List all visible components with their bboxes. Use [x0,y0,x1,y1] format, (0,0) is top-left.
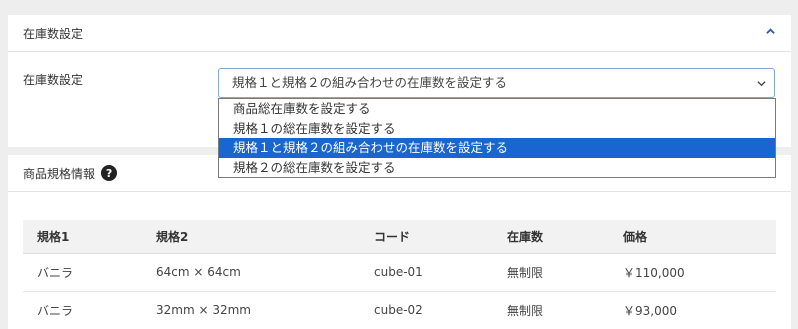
table-row: バニラ 32mm × 32mm cube-02 無制限 ￥93,000 [23,291,776,329]
cell-spec2: 32mm × 32mm [142,291,360,329]
dropdown-option-spec2-stock[interactable]: 規格２の総在庫数を設定する [219,158,775,178]
chevron-down-icon [757,81,766,87]
dropdown-option-spec1-stock[interactable]: 規格１の総在庫数を設定する [219,119,775,139]
cell-spec2: 64cm × 64cm [142,253,360,292]
cell-stock: 無制限 [493,253,609,292]
stock-settings-field-label: 在庫数設定 [23,73,84,87]
cell-stock: 無制限 [493,291,609,329]
column-header-stock: 在庫数 [493,220,609,254]
cell-price: ￥110,000 [609,253,776,292]
chevron-up-icon[interactable] [766,27,775,36]
spec-table-container: 規格1 規格2 コード 在庫数 価格 バニラ 64cm × 64cm cube-… [23,220,776,329]
stock-mode-select-value: 規格１と規格２の組み合わせの在庫数を設定する [232,75,508,90]
column-header-spec1: 規格1 [23,220,142,254]
column-header-code: コード [360,220,493,254]
table-header-row: 規格1 規格2 コード 在庫数 価格 [23,220,776,254]
cell-spec1: バニラ [23,291,142,329]
cell-code: cube-02 [360,291,493,329]
column-header-spec2: 規格2 [142,220,360,254]
spec-info-panel: 商品規格情報 ? 規格1 規格2 コード 在庫数 価格 バニラ 64cm × 6… [8,155,791,329]
stock-settings-title: 在庫数設定 [23,26,84,41]
cell-spec1: バニラ [23,253,142,292]
spec-table: 規格1 規格2 コード 在庫数 価格 バニラ 64cm × 64cm cube-… [23,220,776,329]
cell-price: ￥93,000 [609,291,776,329]
dropdown-option-total-stock[interactable]: 商品総在庫数を設定する [219,99,775,119]
stock-mode-dropdown-list: 商品総在庫数を設定する 規格１の総在庫数を設定する 規格１と規格２の組み合わせの… [218,98,776,178]
stock-mode-select[interactable]: 規格１と規格２の組み合わせの在庫数を設定する [218,68,775,98]
spec-info-title: 商品規格情報 [23,166,96,181]
question-circle-icon[interactable]: ? [101,165,118,181]
dropdown-option-combination-stock[interactable]: 規格１と規格２の組み合わせの在庫数を設定する [219,138,775,158]
stock-settings-header[interactable]: 在庫数設定 [8,15,791,52]
cell-code: cube-01 [360,253,493,292]
column-header-price: 価格 [609,220,776,254]
table-row: バニラ 64cm × 64cm cube-01 無制限 ￥110,000 [23,253,776,292]
